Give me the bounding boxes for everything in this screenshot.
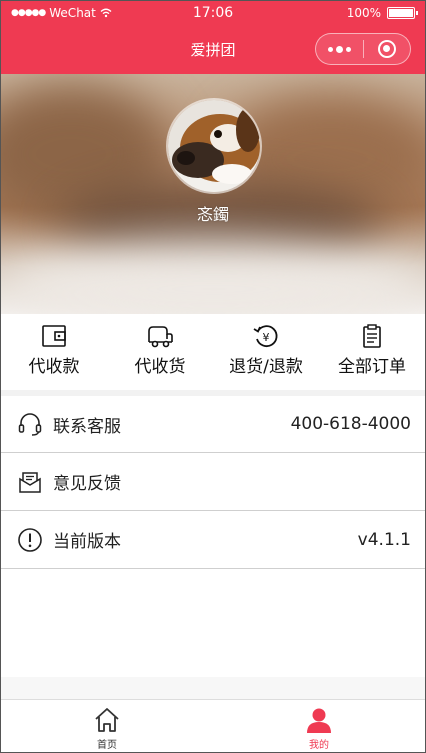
svg-text:¥: ¥ xyxy=(263,331,270,344)
status-right: 100% xyxy=(346,6,418,20)
order-item-label: 代收款 xyxy=(28,357,80,377)
order-item-label: 退货/退款 xyxy=(229,357,303,377)
menu-item-customer-service[interactable]: 联系客服 400-618-4000 xyxy=(1,396,425,453)
tab-home[interactable]: 首页 xyxy=(1,700,213,752)
tab-bar: 首页 我的 xyxy=(1,699,425,752)
order-item-all-orders[interactable]: 全部订单 xyxy=(319,314,425,390)
profile-header: 忞鐲 xyxy=(1,74,425,314)
headset-icon xyxy=(18,413,42,436)
battery-icon xyxy=(387,7,418,19)
order-item-label: 全部订单 xyxy=(338,357,406,377)
battery-percent: 100% xyxy=(346,6,381,20)
background-blur xyxy=(1,244,425,314)
menu-item-label: 当前版本 xyxy=(53,532,121,552)
user-icon xyxy=(307,708,331,733)
more-button[interactable] xyxy=(316,34,363,64)
status-bar: ●●●●● WeChat 17:06 100% xyxy=(1,1,425,25)
mini-program-capsule xyxy=(315,33,411,65)
menu-item-feedback[interactable]: 意见反馈 xyxy=(1,453,425,511)
truck-icon xyxy=(148,326,173,348)
envelope-icon xyxy=(19,471,41,493)
customer-service-phone[interactable]: 400-618-4000 xyxy=(291,414,411,434)
refund-icon: ¥ xyxy=(253,325,278,348)
clipboard-icon xyxy=(363,324,381,348)
version-number: v4.1.1 xyxy=(357,529,411,550)
close-mini-program-button[interactable] xyxy=(364,34,411,64)
tab-mine[interactable]: 我的 xyxy=(213,700,425,752)
username: 忞鐲 xyxy=(196,205,229,224)
nav-bar: 爱拼团 xyxy=(1,25,425,74)
target-icon xyxy=(377,40,396,58)
order-item-pending-payment[interactable]: 代收款 xyxy=(1,314,107,390)
content-bottom-spacer xyxy=(1,677,425,699)
wallet-icon xyxy=(42,325,66,347)
more-dots-icon xyxy=(327,45,351,53)
info-icon xyxy=(18,527,42,552)
menu-item-label: 联系客服 xyxy=(53,416,121,437)
order-item-pending-delivery[interactable]: 代收货 xyxy=(107,314,213,390)
tab-label: 首页 xyxy=(97,740,117,751)
order-item-label: 代收货 xyxy=(134,357,186,377)
home-icon xyxy=(95,708,119,732)
dog-avatar-image xyxy=(168,100,260,192)
menu-item-label: 意见反馈 xyxy=(53,474,121,494)
menu-list: 联系客服 400-618-4000 意见反馈 当前版本 v4.1.1 xyxy=(1,396,425,569)
order-item-refund[interactable]: ¥ 退货/退款 xyxy=(213,314,319,390)
app-frame: ●●●●● WeChat 17:06 100% 爱拼团 忞鐲 代收款 代收货 ¥… xyxy=(0,0,426,753)
tab-label: 我的 xyxy=(309,740,329,751)
order-shortcuts: 代收款 代收货 ¥ 退货/退款 全部订单 xyxy=(1,314,425,390)
menu-item-version[interactable]: 当前版本 v4.1.1 xyxy=(1,511,425,569)
avatar[interactable] xyxy=(166,98,262,194)
